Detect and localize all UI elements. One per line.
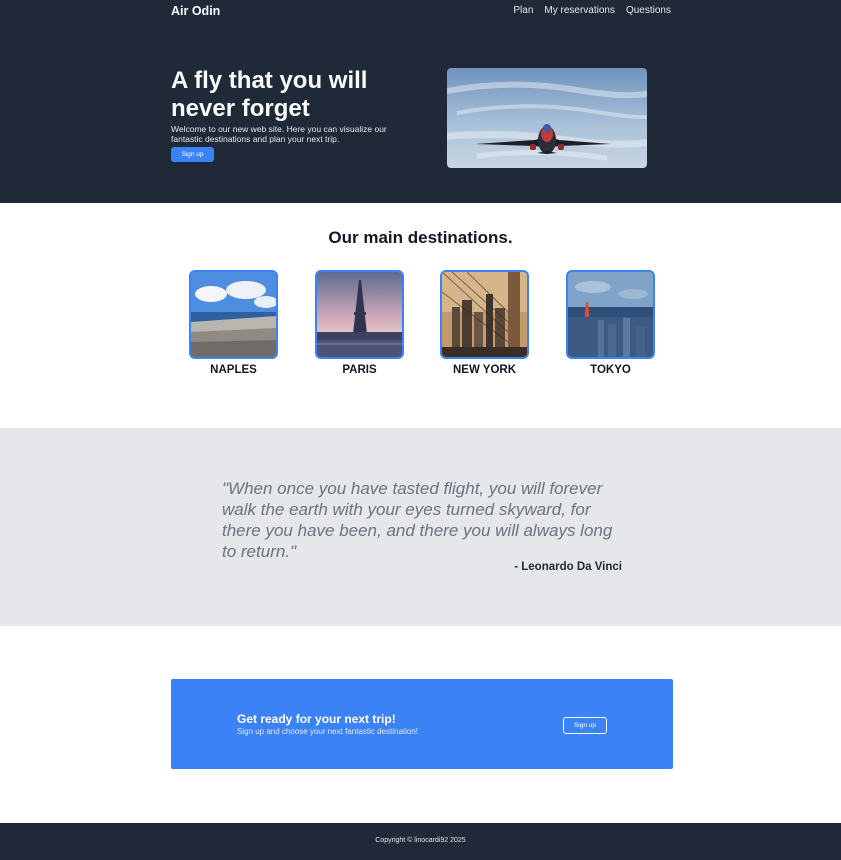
- footer: Copyright © linocardi92 2025: [0, 823, 841, 860]
- hero-title: A fly that you will never forget: [171, 67, 368, 122]
- quote-author: - Leonardo Da Vinci: [514, 561, 622, 573]
- destination-name: NAPLES: [210, 364, 257, 376]
- quote-text: "When once you have tasted flight, you w…: [222, 479, 613, 561]
- destination-card-naples[interactable]: NAPLES: [189, 270, 278, 376]
- nav-questions[interactable]: Questions: [626, 5, 671, 16]
- destination-card-paris[interactable]: PARIS: [315, 270, 404, 376]
- signup-cta: Get ready for your next trip! Sign up an…: [171, 679, 673, 769]
- nav-my-reservations[interactable]: My reservations: [544, 5, 615, 16]
- main-nav: Plan My reservations Questions: [513, 5, 671, 16]
- naples-image: [189, 270, 278, 359]
- hero-airplane-image: [447, 68, 647, 168]
- destination-card-tokyo[interactable]: TOKYO: [566, 270, 655, 376]
- nav-plan[interactable]: Plan: [513, 5, 533, 16]
- tokyo-image: [566, 270, 655, 359]
- new-york-image: [440, 270, 529, 359]
- destination-card-new-york[interactable]: NEW YORK: [440, 270, 529, 376]
- destinations-title: Our main destinations.: [328, 228, 513, 247]
- destination-name: PARIS: [342, 364, 377, 376]
- paris-image: [315, 270, 404, 359]
- brand-logo[interactable]: Air Odin: [171, 4, 220, 18]
- cta-title: Get ready for your next trip!: [237, 712, 396, 726]
- destination-name: NEW YORK: [452, 364, 517, 376]
- destination-name: TOKYO: [590, 364, 631, 376]
- copyright-text: Copyright © linocardi92 2025: [375, 837, 466, 844]
- cta-signup-button[interactable]: Sign up: [563, 717, 607, 734]
- hero-section: Air Odin Plan My reservations Questions …: [0, 0, 841, 203]
- quote-section: "When once you have tasted flight, you w…: [0, 428, 841, 626]
- hero-description: Welcome to our new web site. Here you ca…: [171, 124, 387, 144]
- hero-signup-button[interactable]: Sign up: [171, 147, 214, 162]
- cta-description: Sign up and choose your next fantastic d…: [237, 727, 419, 736]
